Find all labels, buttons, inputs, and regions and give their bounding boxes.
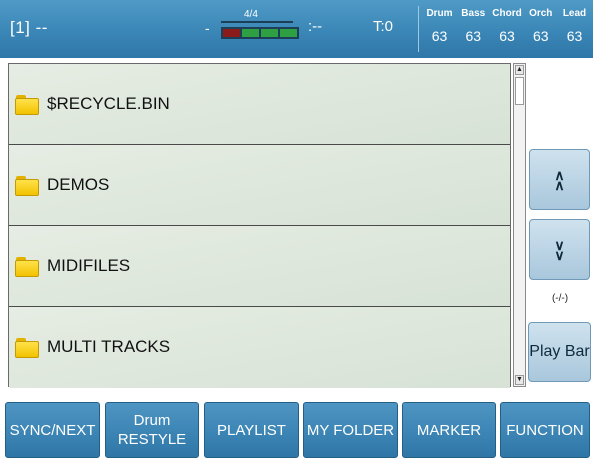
button-label: FUNCTION [506,421,584,439]
my-folder-button[interactable]: MY FOLDER [303,402,398,458]
chevron-up-double-icon: ∧ ∧ [554,166,565,193]
file-row-midifiles[interactable]: MIDIFILES [9,226,510,307]
header-divider [418,6,419,52]
scroll-down-arrow-icon[interactable]: ▼ [515,375,524,385]
side-panel: ∧ ∧ ∨ ∨ (-/-) Play Bar [527,63,593,387]
mixer-bass: Bass 63 [458,8,489,44]
mixer-value: 63 [499,28,515,44]
beat-lamp [280,29,297,37]
button-label: MARKER [416,421,482,439]
mixer-label: Chord [492,8,522,19]
folder-icon [15,338,39,358]
marker-button[interactable]: MARKER [402,402,496,458]
measure-counter: :-- [308,18,323,35]
signature-dash: - [205,20,210,36]
mixer-drum: Drum 63 [424,8,455,44]
file-name: $RECYCLE.BIN [47,94,170,113]
mixer-label: Orch [529,8,553,19]
list-scrollbar[interactable]: ▲ ▼ [513,63,526,387]
mixer-value: 63 [566,28,583,44]
sync-next-button[interactable]: SYNC/NEXT [5,402,100,458]
page-indicator: (-/-) [551,293,569,304]
button-label: MY FOLDER [306,421,395,439]
beat-lamp [242,29,259,37]
tempo-display: T:0 [373,18,394,35]
scroll-up-arrow-icon[interactable]: ▲ [515,65,524,75]
mixer-label: Drum [426,8,453,19]
status-header: [1] -- - 4/4 :-- T:0 Drum 63 Bass 63 Cho… [0,0,593,58]
file-row-recycle-bin[interactable]: $RECYCLE.BIN [9,64,510,145]
file-row-demos[interactable]: DEMOS [9,145,510,226]
function-button-bar: SYNC/NEXT Drum RESTYLE PLAYLIST MY FOLDE… [0,393,593,465]
scroll-thumb[interactable] [515,77,524,105]
file-name: DEMOS [47,175,110,194]
mixer-chord: Chord 63 [492,8,523,44]
mixer-value: 63 [532,28,549,44]
mixer-label: Lead [562,8,587,19]
mixer-value: 63 [431,28,448,44]
mixer-orch: Orch 63 [525,8,556,44]
mixer-value: 63 [465,28,482,44]
file-row-multi-tracks[interactable]: MULTI TRACKS [9,307,510,388]
song-slot: [1] -- [10,18,48,37]
beat-indicator-rule [221,21,293,23]
part-volume-mixer: Drum 63 Bass 63 Chord 63 Orch 63 Lead 63 [424,8,590,44]
file-name: MIDIFILES [47,256,131,275]
file-list: $RECYCLE.BIN DEMOS MIDIFILES MULTI TRACK… [8,63,511,388]
mixer-label: Bass [461,8,486,19]
file-name: MULTI TRACKS [47,337,171,356]
button-label-bottom: RESTYLE [117,431,187,448]
folder-icon [15,257,39,277]
page-up-button[interactable]: ∧ ∧ [529,149,590,210]
drum-restyle-button[interactable]: Drum RESTYLE [105,402,199,458]
beat-lamp [223,29,240,37]
chevron-down-double-icon: ∨ ∨ [554,236,565,263]
beat-indicator [221,27,299,39]
button-label: SYNC/NEXT [9,421,96,439]
function-button[interactable]: FUNCTION [500,402,590,458]
folder-icon [15,95,39,115]
mixer-lead: Lead 63 [559,8,590,44]
folder-icon [15,176,39,196]
button-label-top: Drum [133,412,171,429]
beat-lamp [261,29,278,37]
play-bar-button[interactable]: Play Bar [528,322,591,382]
time-signature: 4/4 [244,9,258,20]
page-down-button[interactable]: ∨ ∨ [529,219,590,280]
playlist-button[interactable]: PLAYLIST [204,402,299,458]
button-label: PLAYLIST [217,421,286,439]
